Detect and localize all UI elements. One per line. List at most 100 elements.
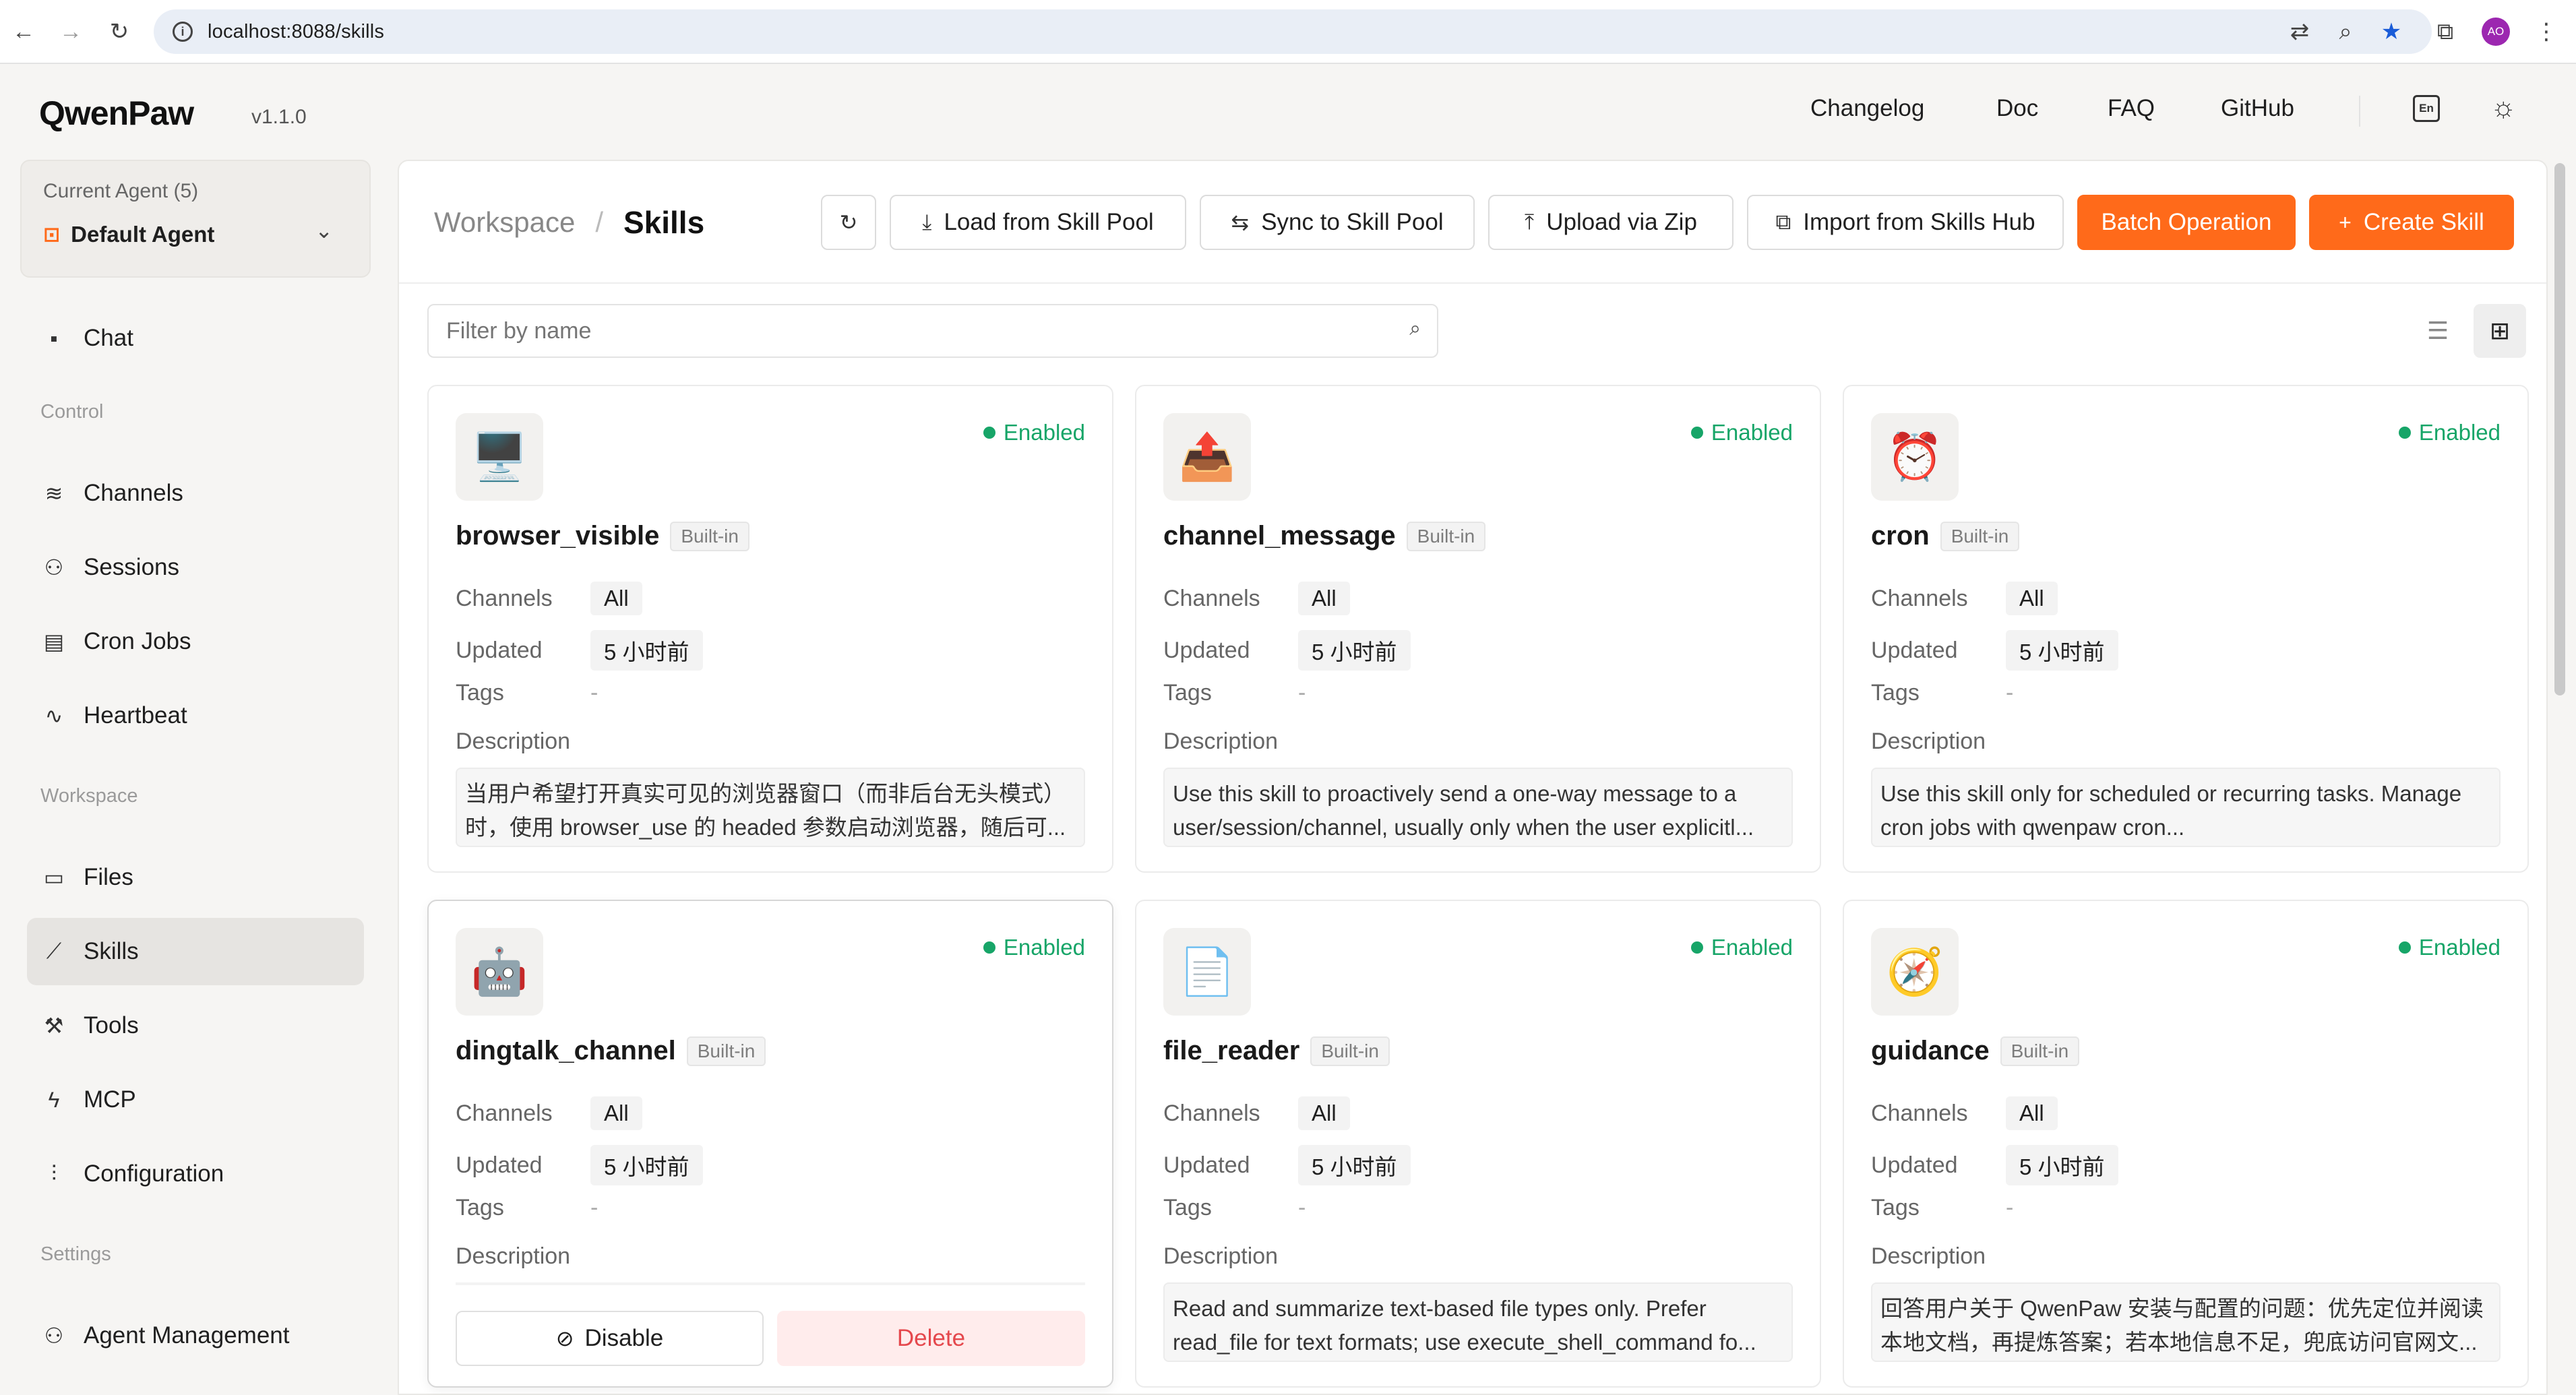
user-gear-icon: ⚇ [44,1324,64,1348]
sidebar-group-workspace: Workspace [40,785,138,807]
nav-faq[interactable]: FAQ [2108,95,2155,122]
browser-menu-icon[interactable]: ⋮ [2533,18,2560,45]
sidebar-item-chat[interactable]: ▪ Chat [27,305,364,372]
row-label: Description [456,728,571,754]
tags-row: Tags - [1163,680,1306,706]
description-line: user/session/channel, usually only when … [1173,815,1754,840]
profile-avatar[interactable]: AO [2482,18,2510,46]
skill-card[interactable]: 📄 Enabled file_reader Built-in Channels Al… [1135,900,1821,1388]
create-skill-button[interactable]: + Create Skill [2309,195,2514,250]
updated-row: Updated 5 小时前 [1871,1145,2118,1185]
status-text: Enabled [1711,935,1793,960]
sidebar-item-tools[interactable]: ⚒ Tools [27,992,364,1059]
site-info-icon[interactable]: i [173,22,193,42]
reload-icon[interactable]: ↻ [98,11,140,53]
import-from-skills-hub-button[interactable]: ⧉ Import from Skills Hub [1747,195,2064,250]
sidebar-item-agent-management[interactable]: ⚇ Agent Management [27,1302,364,1369]
updated-row: Updated 5 小时前 [456,1145,703,1185]
breadcrumb-separator: / [595,206,603,238]
row-label: Description [1871,1243,1986,1269]
language-toggle[interactable]: En [2413,95,2440,122]
skill-name-text: file_reader [1163,1036,1300,1065]
bookmark-star-icon[interactable]: ★ [2378,18,2405,45]
disable-button[interactable]: ⊘ Disable [456,1311,764,1366]
skill-card[interactable]: 🖥️ Enabled browser_visible Built-in Chann… [427,385,1113,873]
translate-icon[interactable]: ⇄ [2286,18,2313,45]
row-label: Updated [456,1152,543,1178]
sidebar-item-label: MCP [84,1086,136,1113]
agent-selector[interactable]: Current Agent (5) ⊡ Default Agent ⌄ [20,160,371,278]
zoom-icon[interactable]: ⌕ [2332,18,2359,45]
chevron-down-icon[interactable]: ⌄ [315,218,333,243]
logo[interactable]: QwenPaw [39,94,194,133]
sidebar-item-files[interactable]: ▭ Files [27,844,364,911]
skill-card[interactable]: 🧭 Enabled guidance Built-in Channels All U… [1843,900,2529,1388]
sync-to-skill-pool-button[interactable]: ⇆ Sync to Skill Pool [1200,195,1475,250]
back-icon[interactable]: ← [3,11,44,53]
sidebar-group-settings: Settings [40,1243,111,1265]
skill-card[interactable]: 🤖 Enabled dingtalk_channel Built-in Chann… [427,900,1113,1388]
skill-name-text: cron [1871,521,1930,551]
status-dot-icon [983,427,995,439]
description-box: Use this skill only for scheduled or rec… [1871,768,2501,847]
lightning-icon: ϟ [48,1087,60,1112]
status-text: Enabled [1003,935,1085,960]
sidebar-item-mcp[interactable]: ϟ MCP [27,1066,364,1134]
row-label: Description [1871,728,1986,754]
url-text[interactable]: localhost:8088/skills [208,21,384,43]
filter-input[interactable] [446,317,1376,344]
description-line: cron jobs with qwenpaw cron... [1880,815,2185,840]
status-dot-icon [1690,941,1703,954]
batch-operation-button[interactable]: Batch Operation [2077,195,2296,250]
skill-card[interactable]: ⏰ Enabled cron Built-in Channels All Updat… [1843,385,2529,873]
sidebar-item-label: Chat [84,325,133,351]
tags-row: Tags - [456,680,598,706]
sidebar-item-sessions[interactable]: ⚇ Sessions [27,534,364,601]
builtin-badge: Built-in [686,1036,766,1066]
status-dot-icon [2398,427,2411,439]
upload-icon: ⤒ [1525,210,1535,234]
sidebar-item-label: Configuration [84,1160,224,1187]
sidebar-item-label: Skills [84,938,139,964]
skill-card[interactable]: 📤 Enabled channel_message Built-in Channe… [1135,385,1821,873]
chat-icon: ▪ [50,326,58,350]
nav-changelog[interactable]: Changelog [1810,95,1924,122]
grid-view-icon[interactable]: ⊞ [2474,304,2526,358]
skill-name: guidance Built-in [1871,1036,2080,1066]
load-from-skill-pool-button[interactable]: ⤓ Load from Skill Pool [890,195,1186,250]
button-label: Create Skill [2363,209,2484,235]
app-header: QwenPaw v1.1.0 Changelog Doc FAQ GitHub … [0,65,2576,160]
outbox-icon: 📤 [1163,413,1251,501]
extensions-icon[interactable]: ⧉ [2432,18,2459,45]
status-dot-icon [983,941,995,954]
plus-icon: + [2339,210,2352,235]
sidebar-item-heartbeat[interactable]: ∿ Heartbeat [27,682,364,749]
sidebar-item-cron-jobs[interactable]: ▤ Cron Jobs [27,608,364,675]
description-box-edge [456,1282,1085,1285]
sidebar-item-channels[interactable]: ≋ Channels [27,460,364,527]
row-value: All [2006,582,2058,615]
sidebar-item-skills[interactable]: ⟋ Skills [27,918,364,985]
sun-icon[interactable]: ☼ [2490,91,2517,123]
address-bar[interactable]: i localhost:8088/skills ⇄ ⌕ ★ [154,9,2432,54]
sidebar-item-configuration[interactable]: ⫶ Configuration [27,1140,364,1208]
tags-row: Tags - [1871,680,2013,706]
row-label: Channels [1163,1100,1260,1126]
description-label: Description [1163,728,1298,755]
channels-row: Channels All [1163,582,1350,615]
list-view-icon[interactable]: ☰ [2412,304,2464,358]
nav-doc[interactable]: Doc [1996,95,2038,122]
nav-github[interactable]: GitHub [2221,95,2294,122]
refresh-button[interactable]: ↻ [821,195,876,250]
breadcrumb-workspace[interactable]: Workspace [434,206,575,239]
skill-name: browser_visible Built-in [456,521,749,551]
wrench-icon: ⚒ [44,1014,64,1038]
delete-button[interactable]: Delete [777,1311,1085,1366]
forward-icon[interactable]: → [50,11,92,53]
row-value: All [590,582,642,615]
search-icon[interactable]: ⌕ [1409,317,1421,340]
page-scrollbar[interactable] [2554,163,2565,695]
robot-icon: ⊡ [43,223,61,246]
upload-via-zip-button[interactable]: ⤒ Upload via Zip [1488,195,1734,250]
description-line: 时，使用 browser_use 的 headed 参数启动浏览器，随后可... [465,815,1066,840]
